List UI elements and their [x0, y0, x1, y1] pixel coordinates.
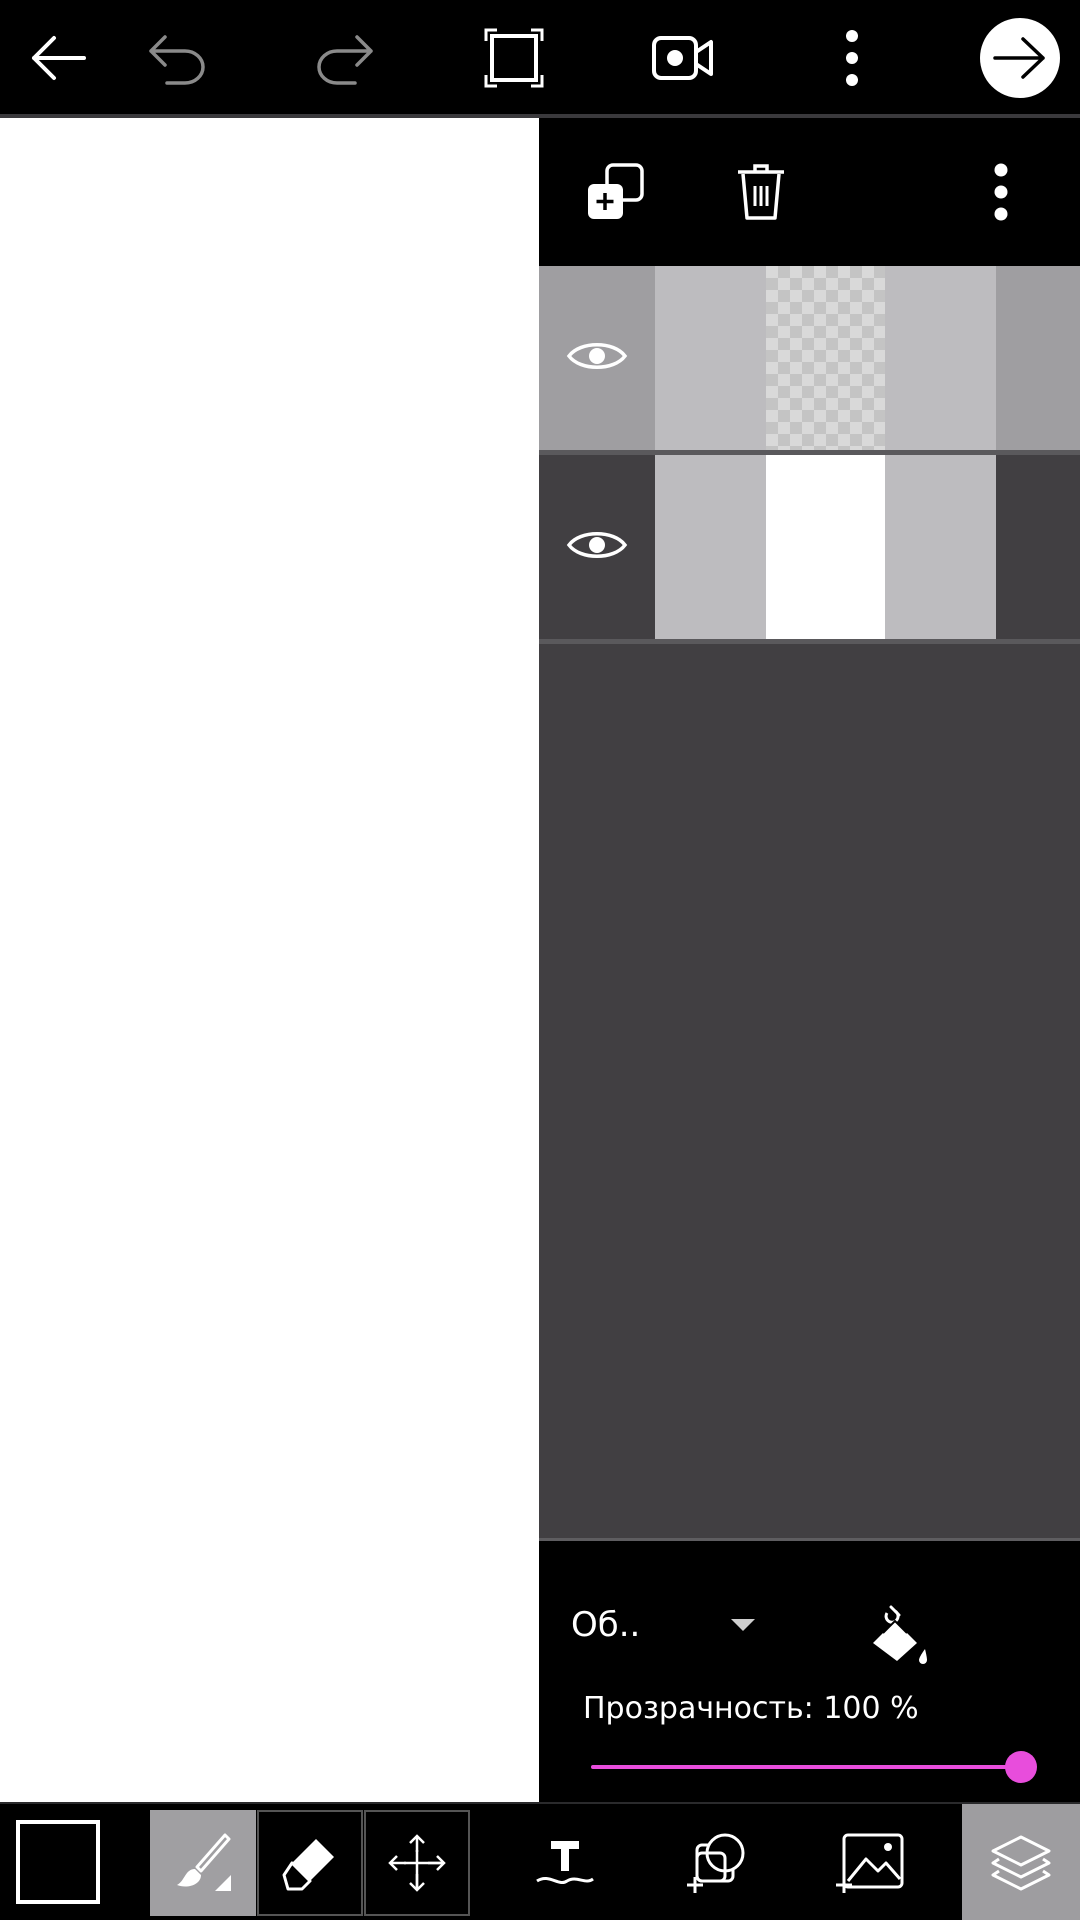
- delete-layer-button[interactable]: [723, 154, 799, 230]
- layer-item[interactable]: [539, 266, 1080, 450]
- undo-button[interactable]: [137, 18, 217, 98]
- blend-mode-label[interactable]: Об..: [571, 1605, 640, 1645]
- fullscreen-button[interactable]: [474, 18, 554, 98]
- drawing-canvas[interactable]: [0, 118, 539, 1802]
- add-photo-button[interactable]: [825, 1818, 915, 1908]
- redo-icon: [317, 35, 373, 85]
- eye-icon: [566, 532, 628, 558]
- opacity-label: Прозрачность: 100 %: [583, 1691, 919, 1726]
- bottom-toolbar: [0, 1802, 1080, 1920]
- layer-separator: [539, 639, 1080, 644]
- blend-mode-dropdown[interactable]: [727, 1609, 759, 1641]
- color-picker-swatch[interactable]: [16, 1820, 100, 1904]
- top-toolbar: [0, 0, 1080, 116]
- duplicate-layer-icon: [588, 163, 644, 219]
- redo-button[interactable]: [305, 18, 385, 98]
- back-arrow-icon: [32, 36, 86, 80]
- layers-panel-header: [539, 118, 1080, 266]
- paint-bucket-icon: [873, 1605, 927, 1664]
- transparent-thumbnail: [766, 266, 885, 450]
- layers-panel: Об.. Прозрачность: 100 %: [539, 118, 1080, 1802]
- add-sticker-button[interactable]: [672, 1818, 762, 1908]
- duplicate-layer-button[interactable]: [577, 154, 653, 230]
- layer-options-button[interactable]: [963, 154, 1039, 230]
- text-icon: [536, 1841, 594, 1884]
- layer-properties: Об.. Прозрачность: 100 %: [539, 1541, 1080, 1802]
- layers-icon: [991, 1835, 1051, 1891]
- more-menu-button[interactable]: [812, 18, 892, 98]
- layer-visibility-toggle[interactable]: [559, 507, 635, 583]
- brush-tool[interactable]: [150, 1810, 256, 1916]
- next-button[interactable]: [980, 18, 1060, 98]
- eye-icon: [566, 343, 628, 369]
- text-tool[interactable]: [520, 1818, 610, 1908]
- video-record-icon: [652, 36, 713, 80]
- fill-button[interactable]: [861, 1597, 937, 1673]
- caret-down-icon: [731, 1619, 755, 1631]
- undo-icon: [149, 35, 205, 85]
- add-photo-icon: [836, 1833, 904, 1893]
- eraser-tool[interactable]: [257, 1810, 363, 1916]
- move-icon: [388, 1834, 446, 1892]
- trash-icon: [738, 164, 784, 220]
- opacity-slider-thumb[interactable]: [1005, 1751, 1037, 1783]
- more-vertical-icon: [994, 163, 1008, 221]
- layer-item[interactable]: [539, 455, 1080, 639]
- move-tool[interactable]: [364, 1810, 470, 1916]
- add-sticker-icon: [687, 1833, 745, 1893]
- back-button[interactable]: [18, 18, 98, 98]
- forward-arrow-icon: [993, 37, 1045, 79]
- layer-thumbnail: [655, 266, 996, 450]
- layers-button[interactable]: [962, 1804, 1080, 1920]
- more-vertical-icon: [846, 30, 858, 86]
- white-thumbnail: [766, 455, 885, 639]
- opacity-slider-track[interactable]: [591, 1765, 1021, 1769]
- layer-thumbnail: [655, 455, 996, 639]
- eraser-icon: [282, 1839, 334, 1891]
- layer-visibility-toggle[interactable]: [559, 318, 635, 394]
- record-video-button[interactable]: [643, 18, 723, 98]
- fullscreen-frame-icon: [484, 28, 544, 88]
- brush-icon: [177, 1833, 231, 1891]
